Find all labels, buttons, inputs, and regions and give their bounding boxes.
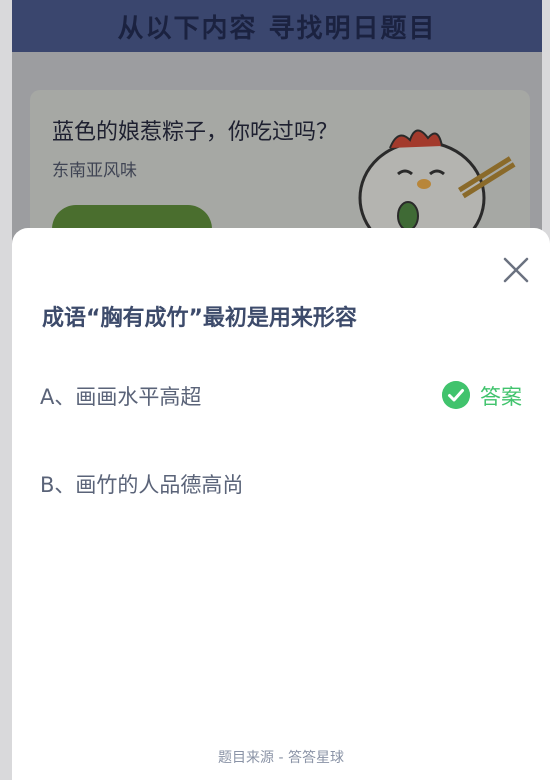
check-circle-icon xyxy=(442,381,470,409)
source-footer: 题目来源 - 答答星球 xyxy=(218,750,344,766)
background-card-subtitle: 东南亚风味 xyxy=(52,161,137,181)
question-text: 成语“胸有成竹”最初是用来形容 xyxy=(42,306,357,331)
chicken-mascot-icon xyxy=(358,129,516,238)
quiz-sheet: 成语“胸有成竹”最初是用来形容 A、画画水平高超 答案 B、画竹的人品德高尚 题… xyxy=(12,228,550,780)
background-edge-left xyxy=(0,0,12,780)
option-b-label: B、画竹的人品德高尚 xyxy=(40,473,244,497)
option-a[interactable]: A、画画水平高超 答案 xyxy=(40,375,530,415)
background-card-title: 蓝色的娘惹粽子，你吃过吗？ xyxy=(52,120,339,145)
option-a-label: A、画画水平高超 xyxy=(40,385,202,409)
close-icon[interactable] xyxy=(501,255,531,285)
answer-label: 答案 xyxy=(480,385,522,409)
answer-tag: 答案 xyxy=(442,379,530,411)
option-b[interactable]: B、画竹的人品德高尚 xyxy=(40,463,530,503)
background-header-title: 从以下内容 寻找明日题目 xyxy=(117,14,437,44)
